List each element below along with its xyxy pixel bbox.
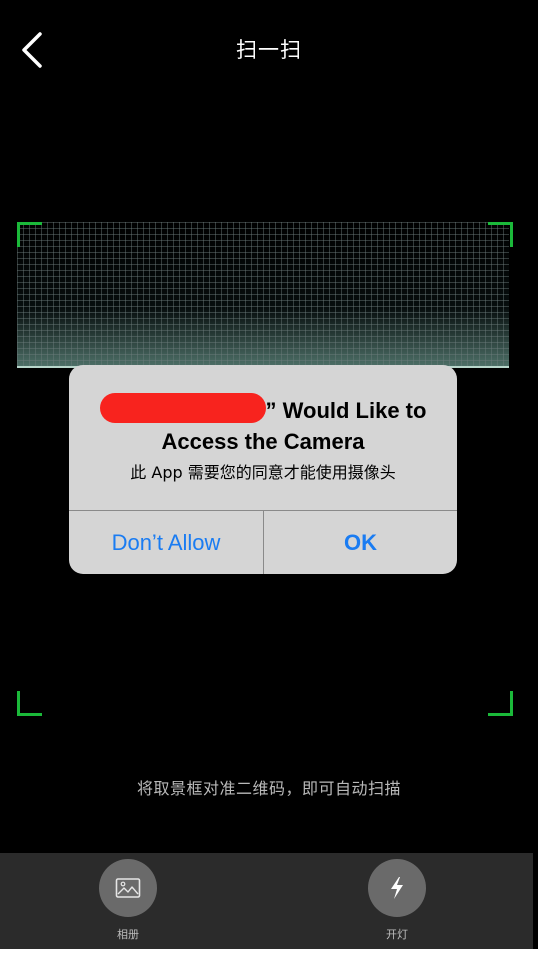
scanner-screen: 扫一扫 将取景框对准二维码，即可自动扫描 相册 开灯 ” Would Like … xyxy=(0,0,538,954)
camera-permission-alert: ” Would Like to Access the Camera 此 App … xyxy=(69,365,457,574)
dont-allow-button[interactable]: Don’t Allow xyxy=(69,511,263,574)
scan-frame-corner-bottom-right xyxy=(488,691,513,716)
bottom-edge xyxy=(0,949,538,954)
ok-button[interactable]: OK xyxy=(264,511,457,574)
alert-message: 此 App 需要您的同意才能使用摄像头 xyxy=(130,463,396,482)
scan-hint: 将取景框对准二维码，即可自动扫描 xyxy=(136,779,401,798)
page-title: 扫一扫 xyxy=(236,38,302,62)
bottom-toolbar: 相册 开灯 xyxy=(0,853,533,949)
scan-frame-corner-bottom-left xyxy=(17,691,42,716)
scan-frame-corner-top-left xyxy=(17,222,42,247)
album-label: 相册 xyxy=(117,928,139,941)
album-button[interactable]: 相册 xyxy=(88,859,168,942)
scan-line-grid xyxy=(17,222,509,368)
alert-title-line2: Access the Camera xyxy=(161,429,365,454)
flashlight-button[interactable]: 开灯 xyxy=(357,859,437,942)
alert-title-line1: ” Would Like to xyxy=(265,398,427,423)
redacted-app-name xyxy=(99,393,266,423)
album-icon-circle xyxy=(99,859,157,917)
lightning-icon xyxy=(391,877,403,899)
flashlight-icon-circle xyxy=(368,859,426,917)
alert-title: ” Would Like to Access the Camera xyxy=(69,393,457,457)
scan-frame-corner-top-right xyxy=(488,222,513,247)
image-icon xyxy=(115,878,141,898)
flashlight-label: 开灯 xyxy=(386,928,408,941)
